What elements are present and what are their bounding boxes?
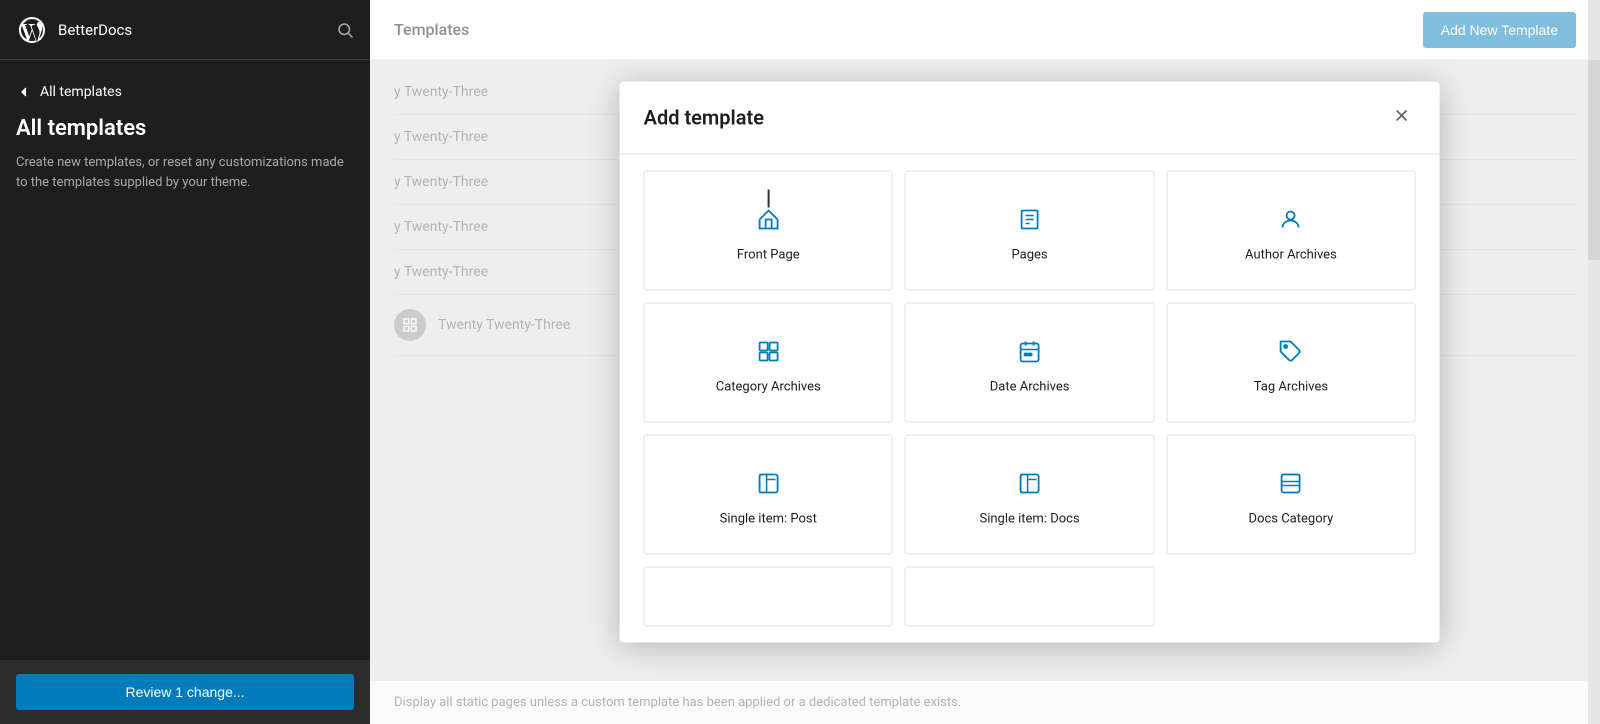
modal-header: Add template xyxy=(620,82,1440,155)
template-card-single-post[interactable]: Single item: Post xyxy=(644,435,893,555)
grid-icon xyxy=(756,339,780,369)
modal-close-button[interactable] xyxy=(1388,102,1416,134)
sidebar-title: All templates xyxy=(16,116,354,141)
sidebar-top: BetterDocs xyxy=(0,0,370,60)
sidebar-desc: Create new templates, or reset any custo… xyxy=(16,153,354,192)
sidebar-content: All templates All templates Create new t… xyxy=(0,60,370,660)
template-card-partial-2[interactable] xyxy=(905,567,1154,627)
search-button[interactable] xyxy=(336,21,354,39)
cursor-indicator xyxy=(767,190,769,208)
template-label-single-post: Single item: Post xyxy=(720,511,817,526)
modal-body: Front Page Pages xyxy=(620,155,1440,643)
template-label-tag-archives: Tag Archives xyxy=(1254,379,1328,394)
template-label-category-archives: Category Archives xyxy=(716,379,821,394)
template-label-front-page: Front Page xyxy=(737,247,800,262)
pages-icon xyxy=(1018,207,1042,237)
app-name: BetterDocs xyxy=(58,21,132,39)
template-label-author-archives: Author Archives xyxy=(1245,247,1337,262)
template-card-front-page[interactable]: Front Page xyxy=(644,171,893,291)
template-card-docs-category[interactable]: Docs Category xyxy=(1166,435,1415,555)
sidebar: BetterDocs All templates All templates C… xyxy=(0,0,370,724)
tag-icon xyxy=(1279,339,1303,369)
calendar-icon xyxy=(1018,339,1042,369)
back-link[interactable]: All templates xyxy=(16,84,354,100)
template-label-docs-category: Docs Category xyxy=(1249,511,1334,526)
home-icon xyxy=(756,207,780,237)
sidebar-footer: Review 1 change... xyxy=(0,660,370,724)
template-card-date-archives[interactable]: Date Archives xyxy=(905,303,1154,423)
back-link-label: All templates xyxy=(40,84,122,100)
template-label-single-docs: Single item: Docs xyxy=(979,511,1079,526)
template-card-single-docs[interactable]: Single item: Docs xyxy=(905,435,1154,555)
layout-post-icon xyxy=(756,471,780,501)
layout-alt-icon xyxy=(1279,471,1303,501)
review-button[interactable]: Review 1 change... xyxy=(16,674,354,710)
template-card-tag-archives[interactable]: Tag Archives xyxy=(1166,303,1415,423)
template-grid: Front Page Pages xyxy=(644,171,1416,627)
wordpress-logo xyxy=(16,14,48,46)
modal-title: Add template xyxy=(644,106,764,130)
template-card-pages[interactable]: Pages xyxy=(905,171,1154,291)
layout-docs-icon xyxy=(1018,471,1042,501)
add-template-modal: Add template Front Page xyxy=(620,82,1440,643)
template-label-date-archives: Date Archives xyxy=(990,379,1070,394)
author-icon xyxy=(1279,207,1303,237)
template-card-partial-1[interactable] xyxy=(644,567,893,627)
template-card-author-archives[interactable]: Author Archives xyxy=(1166,171,1415,291)
template-label-pages: Pages xyxy=(1012,247,1048,262)
template-card-category-archives[interactable]: Category Archives xyxy=(644,303,893,423)
